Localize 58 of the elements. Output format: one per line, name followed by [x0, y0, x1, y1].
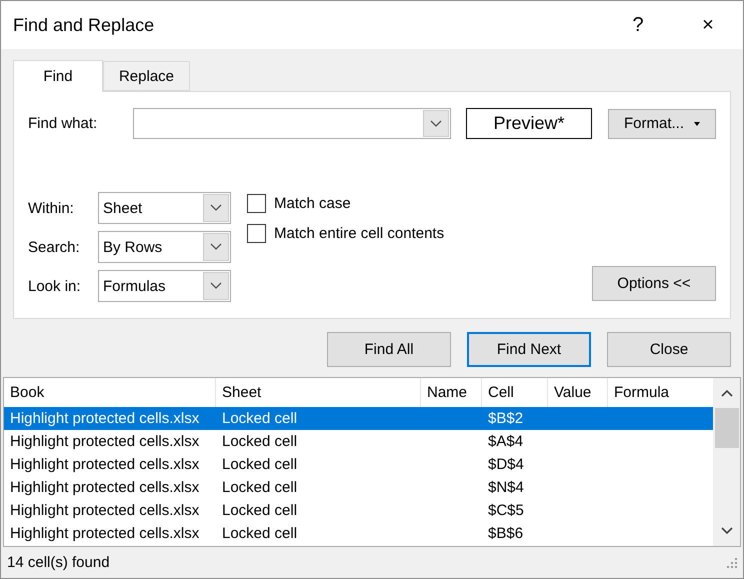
help-button[interactable]: ?: [603, 1, 673, 49]
table-cell-text: $C$5: [487, 501, 525, 521]
table-cell-text: Locked cell: [221, 432, 298, 452]
find-what-field[interactable]: [133, 108, 451, 139]
scroll-down-icon[interactable]: [720, 527, 733, 535]
action-button[interactable]: Find Next: [467, 332, 591, 367]
checkbox[interactable]: [247, 194, 266, 213]
table-cell-text: Locked cell: [221, 501, 298, 521]
tab[interactable]: Replace: [103, 61, 190, 91]
dropdown-icon: [430, 120, 442, 128]
table-cell-text: Locked cell: [221, 524, 298, 544]
table-cell-text: Highlight protected cells.xlsx: [9, 432, 200, 452]
scroll-up-icon[interactable]: [720, 389, 733, 397]
dropdown-icon: [210, 204, 222, 212]
caret-icon: [694, 122, 700, 126]
result-row[interactable]: Highlight protected cells.xlsx Locked cell $C$5: [4, 499, 714, 522]
table-cell-text: $D$4: [487, 455, 525, 475]
window-title: Find and Replace: [13, 14, 156, 36]
result-row[interactable]: Highlight protected cells.xlsx Locked cell $N$4: [4, 476, 714, 499]
result-row[interactable]: Highlight protected cells.xlsx Locked cell $A$4: [4, 430, 714, 453]
tab[interactable]: Find: [13, 60, 103, 92]
resize-grip-icon[interactable]: [727, 558, 737, 568]
table-cell-text: Highlight protected cells.xlsx: [9, 455, 200, 475]
option-select[interactable]: By Rows: [98, 231, 231, 263]
close-button[interactable]: ×: [673, 1, 743, 49]
table-cell-text: $A$4: [487, 432, 524, 452]
action-button[interactable]: Close: [607, 332, 731, 367]
scroll-thumb[interactable]: [714, 408, 739, 448]
scrollbar[interactable]: [713, 378, 740, 546]
option-label: Within:: [28, 200, 75, 216]
table-cell-text: Highlight protected cells.xlsx: [9, 478, 200, 498]
option-label: Look in:: [28, 278, 82, 294]
action-button[interactable]: Find All: [327, 332, 451, 367]
result-row[interactable]: Highlight protected cells.xlsx Locked cell $B$6: [4, 522, 714, 545]
dropdown-icon: [210, 282, 222, 290]
option-select[interactable]: Formulas: [98, 270, 231, 302]
table-cell-text: Highlight protected cells.xlsx: [9, 524, 200, 544]
table-cell-text: $N$4: [487, 478, 525, 498]
result-row[interactable]: Highlight protected cells.xlsx Locked cell $B$2: [4, 407, 714, 430]
status-text: 14 cell(s) found: [7, 554, 110, 571]
find-what-label: Find what:: [28, 115, 98, 132]
table-cell-text: Highlight protected cells.xlsx: [9, 501, 200, 521]
options-button[interactable]: Options <<: [592, 266, 716, 301]
option-label: Search:: [28, 238, 81, 256]
table-cell-text: Locked cell: [221, 455, 298, 475]
format-button[interactable]: Format...: [608, 108, 716, 138]
checkbox-label: Match case: [274, 195, 351, 212]
format-preview: Preview*: [466, 108, 592, 139]
checkbox[interactable]: [247, 224, 266, 243]
table-cell-text: $B$6: [487, 524, 524, 544]
table-cell-text: Highlight protected cells.xlsx: [9, 409, 200, 429]
option-select[interactable]: Sheet: [98, 192, 231, 224]
dropdown-icon: [210, 243, 222, 251]
checkbox-label: Match entire cell contents: [274, 225, 444, 242]
result-row[interactable]: Highlight protected cells.xlsx Locked cell $D$4: [4, 453, 714, 476]
table-cell-text: $B$2: [487, 409, 524, 429]
table-cell-text: Locked cell: [221, 409, 298, 429]
table-cell-text: Locked cell: [221, 478, 298, 498]
